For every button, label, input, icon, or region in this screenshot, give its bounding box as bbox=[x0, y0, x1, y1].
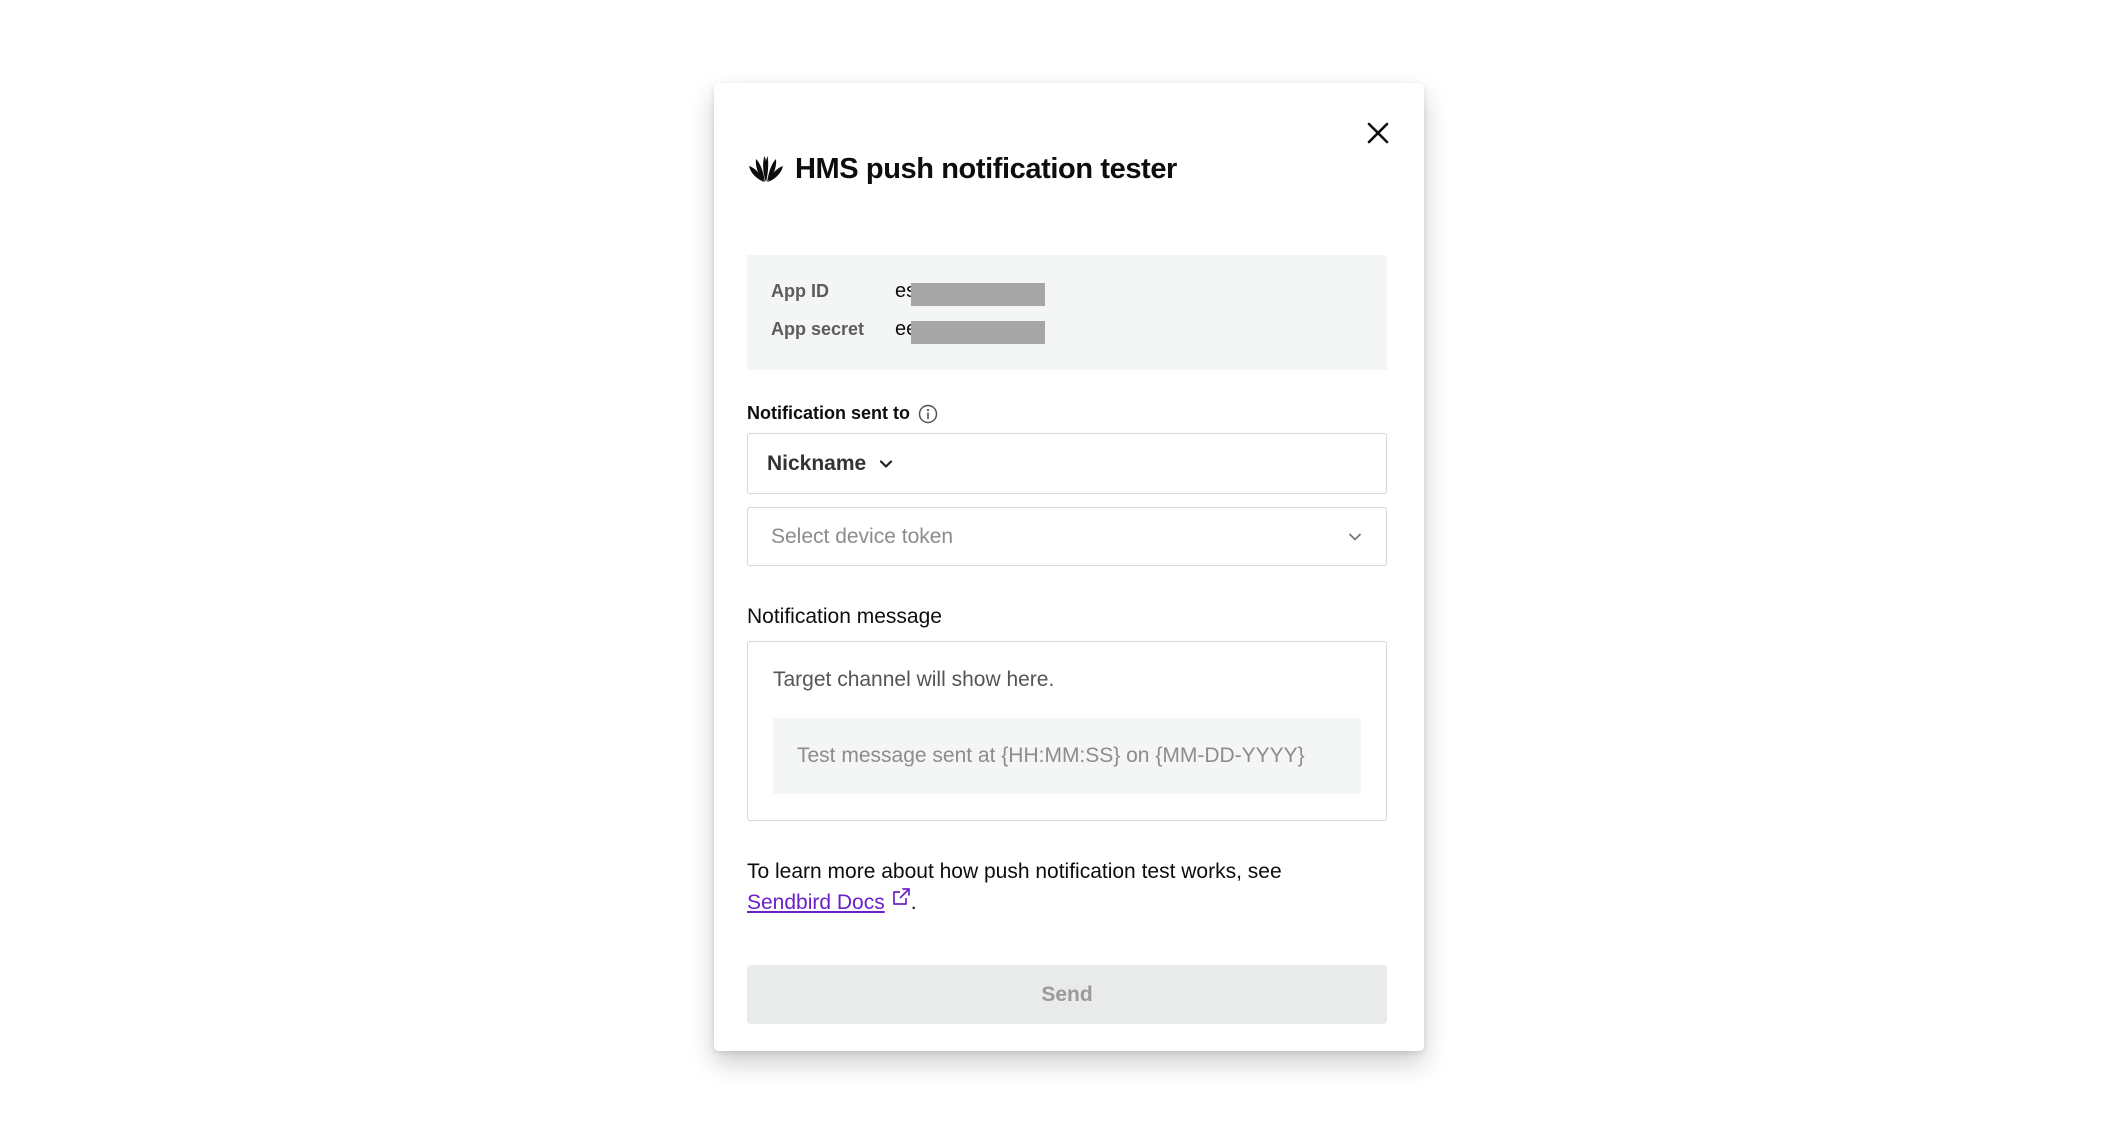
app-id-row: App ID es bbox=[771, 277, 916, 305]
message-preview-bubble: Test message sent at {HH:MM:SS} on {MM-D… bbox=[773, 718, 1361, 794]
app-secret-row: App secret ee bbox=[771, 315, 917, 343]
chevron-down-icon bbox=[1349, 533, 1361, 540]
app-secret-label: App secret bbox=[771, 318, 865, 339]
device-token-select[interactable]: Select device token bbox=[747, 507, 1387, 566]
huawei-logo-icon bbox=[749, 156, 783, 182]
close-icon bbox=[1367, 122, 1389, 144]
recipient-label: Notification sent to bbox=[747, 403, 910, 423]
send-button[interactable]: Send bbox=[747, 965, 1387, 1024]
sendbird-docs-link[interactable]: Sendbird Docs bbox=[747, 891, 885, 914]
help-text-suffix: . bbox=[910, 891, 917, 914]
info-icon[interactable] bbox=[918, 404, 938, 424]
redaction-bar-app-id bbox=[911, 283, 1045, 306]
external-link-icon[interactable] bbox=[891, 887, 911, 907]
help-text-body: To learn more about how push notificatio… bbox=[747, 860, 1282, 883]
recipient-type-select[interactable]: Nickname bbox=[747, 433, 1387, 494]
credentials-panel: App ID es App secret ee bbox=[747, 255, 1387, 370]
chevron-down-icon bbox=[880, 459, 893, 468]
dialog-title: HMS push notification tester bbox=[795, 152, 1177, 185]
message-label: Notification message bbox=[747, 605, 942, 628]
close-button[interactable] bbox=[1360, 115, 1396, 151]
docs-link-label: Sendbird Docs bbox=[747, 891, 885, 914]
recipient-section-label: Notification sent to bbox=[747, 403, 938, 424]
device-token-placeholder: Select device token bbox=[771, 524, 954, 548]
dialog-header: HMS push notification tester bbox=[747, 151, 1177, 187]
message-preview-text: Test message sent at {HH:MM:SS} on {MM-D… bbox=[797, 744, 1305, 767]
push-tester-dialog: HMS push notification tester App ID es A… bbox=[714, 83, 1424, 1051]
message-preview-box: Target channel will show here. Test mess… bbox=[747, 641, 1387, 821]
redaction-bar-app-secret bbox=[911, 321, 1045, 344]
target-channel-text: Target channel will show here. bbox=[773, 668, 1055, 691]
app-id-label: App ID bbox=[771, 280, 829, 301]
recipient-type-value: Nickname bbox=[767, 451, 867, 475]
help-text: To learn more about how push notificatio… bbox=[747, 857, 1387, 918]
